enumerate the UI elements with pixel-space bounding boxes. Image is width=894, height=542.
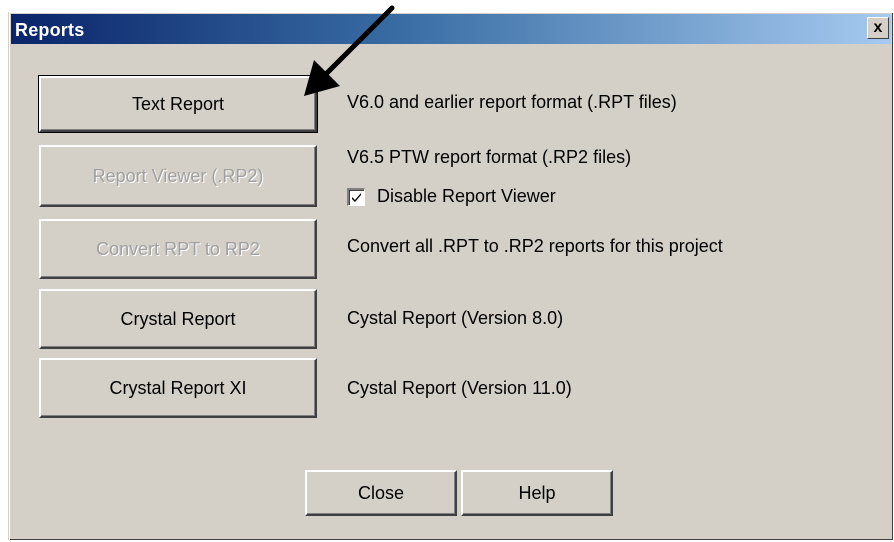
report-viewer-description: V6.5 PTW report format (.RP2 files) [347, 147, 632, 167]
crystal-report-description: Cystal Report (Version 8.0) [347, 308, 564, 328]
arrow-annotation [304, 5, 395, 96]
close-button[interactable]: Close [305, 470, 457, 516]
report-viewer-button[interactable]: Report Viewer (.RP2) [39, 145, 317, 207]
close-icon[interactable]: x [867, 17, 889, 39]
convert-rpt-button[interactable]: Convert RPT to RP2 [39, 219, 317, 279]
check-icon [352, 192, 361, 202]
checkbox-label: Disable Report Viewer [377, 186, 556, 206]
crystal-report-xi-button[interactable]: Crystal Report XI [39, 358, 317, 418]
help-button[interactable]: Help [461, 470, 613, 516]
title-bar[interactable]: Reports x [11, 14, 891, 44]
convert-rpt-description: Convert all .RPT to .RP2 reports for thi… [347, 236, 723, 256]
crystal-report-xi-description: Cystal Report (Version 11.0) [347, 378, 572, 398]
text-report-button[interactable]: Text Report [38, 75, 318, 133]
window-title: Reports [15, 20, 85, 40]
disable-report-viewer-checkbox[interactable]: Disable Report Viewer [347, 186, 556, 207]
reports-dialog: Reports x Text Report V6.0 and earlier r… [8, 12, 893, 540]
checkbox-box[interactable] [347, 187, 365, 206]
crystal-report-button[interactable]: Crystal Report [39, 289, 317, 349]
